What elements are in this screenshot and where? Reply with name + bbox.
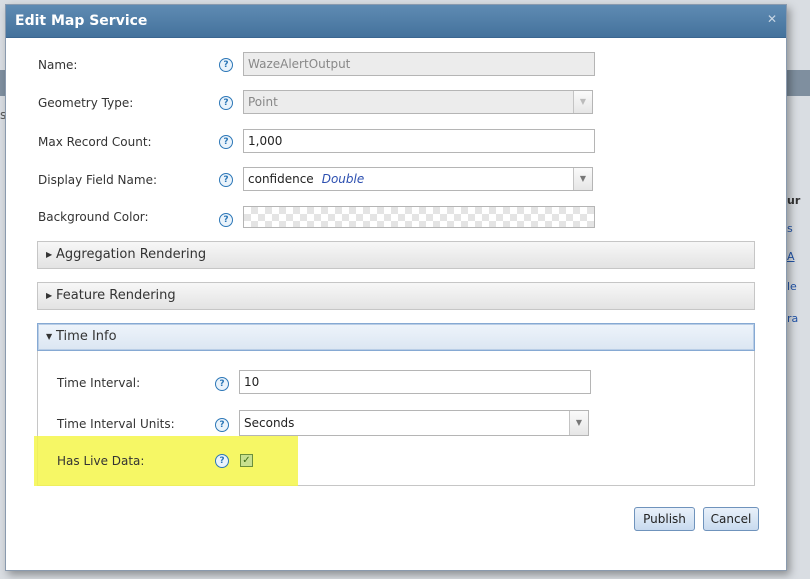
cancel-button[interactable]: Cancel bbox=[703, 507, 759, 531]
dialog-title: Edit Map Service bbox=[15, 13, 148, 29]
help-icon[interactable]: ? bbox=[215, 454, 229, 468]
feature-rendering-label: Feature Rendering bbox=[56, 288, 176, 303]
max-record-count-input[interactable]: 1,000 bbox=[243, 129, 595, 153]
caret-right-icon: ▶ bbox=[46, 291, 53, 300]
chevron-down-icon[interactable]: ▼ bbox=[573, 91, 592, 113]
help-icon[interactable]: ? bbox=[219, 58, 233, 72]
name-field[interactable]: WazeAlertOutput bbox=[243, 52, 595, 76]
caret-right-icon: ▶ bbox=[46, 250, 53, 259]
time-interval-units-select[interactable]: Seconds ▼ bbox=[239, 410, 589, 436]
help-icon[interactable]: ? bbox=[219, 96, 233, 110]
dialog-titlebar[interactable]: Edit Map Service ✕ bbox=[6, 5, 786, 38]
has-live-data-label: Has Live Data: bbox=[57, 454, 145, 468]
aggregation-rendering-label: Aggregation Rendering bbox=[56, 247, 207, 262]
aggregation-rendering-section[interactable]: ▶ Aggregation Rendering bbox=[37, 241, 755, 269]
time-info-section[interactable]: ▼ Time Info bbox=[37, 323, 755, 351]
close-icon[interactable]: ✕ bbox=[764, 11, 780, 27]
edit-map-service-dialog: Edit Map Service ✕ Name: ? WazeAlertOutp… bbox=[5, 4, 787, 571]
max-record-count-label: Max Record Count: bbox=[38, 135, 152, 149]
help-icon[interactable]: ? bbox=[219, 135, 233, 149]
caret-down-icon: ▼ bbox=[46, 332, 53, 341]
geometry-type-value: Point bbox=[248, 95, 278, 109]
geometry-type-select[interactable]: Point ▼ bbox=[243, 90, 593, 114]
background-link-fragment: s bbox=[787, 222, 793, 235]
time-interval-label: Time Interval: bbox=[57, 376, 141, 390]
has-live-data-checkbox[interactable]: ✓ bbox=[240, 454, 253, 467]
time-info-label: Time Info bbox=[56, 329, 117, 344]
time-interval-units-value: Seconds bbox=[244, 416, 295, 430]
field-type-hint: Double bbox=[321, 172, 365, 186]
display-field-value: confidence bbox=[248, 172, 314, 186]
display-field-name-select[interactable]: confidence Double ▼ bbox=[243, 167, 593, 191]
background-text-fragment: ur bbox=[787, 194, 801, 207]
name-label: Name: bbox=[38, 58, 78, 72]
geometry-type-label: Geometry Type: bbox=[38, 96, 134, 110]
help-icon[interactable]: ? bbox=[219, 213, 233, 227]
help-icon[interactable]: ? bbox=[215, 377, 229, 391]
time-interval-units-label: Time Interval Units: bbox=[57, 417, 175, 431]
help-icon[interactable]: ? bbox=[215, 418, 229, 432]
background-color-label: Background Color: bbox=[38, 210, 149, 224]
help-icon[interactable]: ? bbox=[219, 173, 233, 187]
background-link-fragment: le bbox=[787, 280, 797, 293]
chevron-down-icon[interactable]: ▼ bbox=[569, 411, 588, 435]
background-link-fragment: ra bbox=[787, 312, 799, 325]
display-field-name-label: Display Field Name: bbox=[38, 173, 158, 187]
feature-rendering-section[interactable]: ▶ Feature Rendering bbox=[37, 282, 755, 310]
time-interval-input[interactable]: 10 bbox=[239, 370, 591, 394]
chevron-down-icon[interactable]: ▼ bbox=[573, 168, 592, 190]
background-link-fragment: A bbox=[787, 250, 795, 263]
publish-button[interactable]: Publish bbox=[634, 507, 695, 531]
background-color-swatch[interactable] bbox=[243, 206, 595, 228]
